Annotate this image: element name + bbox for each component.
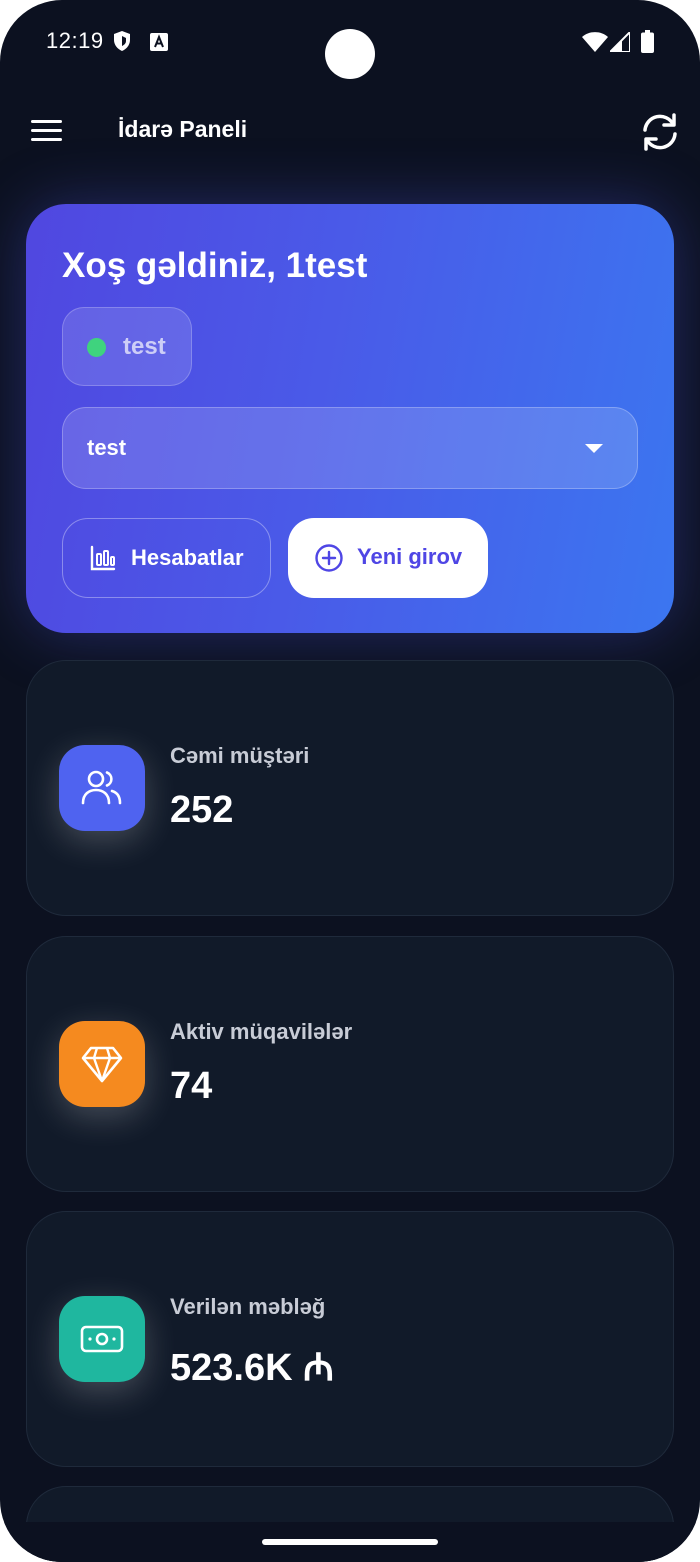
welcome-title: Xoş gəldiniz, 1test	[62, 246, 368, 285]
stat-value: 523.6K ₼	[170, 1347, 334, 1389]
stat-label: Aktiv müqavilələr	[170, 1019, 353, 1044]
stat-card-customers[interactable]: Cəmi müştəri 252	[26, 660, 674, 916]
status-bar: 12:19	[0, 0, 700, 88]
reports-button-label: Hesabatlar	[131, 545, 244, 570]
stat-value: 74	[170, 1065, 213, 1107]
users-icon	[59, 745, 145, 831]
stat-card-active-contracts[interactable]: Aktiv müqavilələr 74	[26, 936, 674, 1192]
phone-screen: 12:19 İdarə Paneli Xoş gəldiniz, 1test t…	[0, 0, 700, 1562]
branch-select[interactable]: test	[62, 407, 638, 489]
welcome-card: Xoş gəldiniz, 1test test test Hesabatlar…	[26, 204, 674, 633]
app-bar: İdarə Paneli	[0, 96, 700, 168]
shield-icon	[113, 30, 131, 57]
camera-cutout	[325, 29, 375, 79]
status-time: 12:19	[46, 28, 104, 53]
page-title: İdarə Paneli	[118, 116, 248, 142]
bar-chart-icon	[90, 545, 116, 576]
diamond-icon	[59, 1021, 145, 1107]
wifi-icon	[582, 32, 608, 57]
stat-value: 252	[170, 789, 234, 831]
new-pledge-button-label: Yeni girov	[357, 544, 463, 569]
branch-select-value: test	[87, 435, 127, 460]
status-chip-label: test	[123, 333, 166, 360]
stat-label: Verilən məbləğ	[170, 1294, 326, 1319]
cash-icon	[59, 1296, 145, 1382]
chevron-down-icon	[585, 444, 603, 453]
menu-button[interactable]	[26, 114, 66, 150]
reports-button[interactable]: Hesabatlar	[62, 518, 271, 598]
battery-icon	[641, 30, 654, 58]
signal-icon	[607, 29, 631, 57]
keyboard-icon	[150, 33, 168, 56]
stat-label: Cəmi müştəri	[170, 743, 310, 768]
plus-circle-icon	[314, 543, 344, 578]
refresh-button[interactable]	[638, 110, 682, 154]
status-chip: test	[62, 307, 192, 386]
stat-card-issued-amount[interactable]: Verilən məbləğ 523.6K ₼	[26, 1211, 674, 1467]
home-indicator[interactable]	[262, 1539, 438, 1545]
new-pledge-button[interactable]: Yeni girov	[288, 518, 488, 598]
online-status-dot	[87, 338, 106, 357]
